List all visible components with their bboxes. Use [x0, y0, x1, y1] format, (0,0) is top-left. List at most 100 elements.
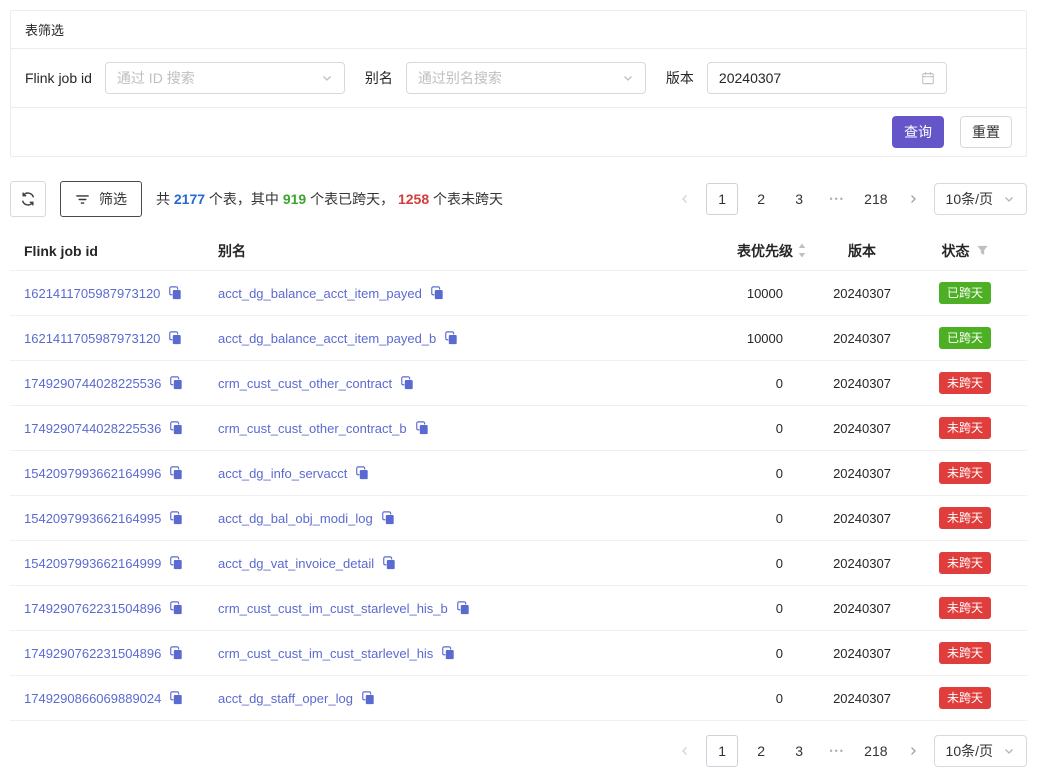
copy-icon[interactable] — [169, 601, 183, 615]
version-value: 20240307 — [833, 691, 891, 706]
filter-actions: 查询 重置 — [11, 108, 1026, 156]
next-page-button[interactable] — [900, 736, 926, 766]
copy-icon[interactable] — [169, 556, 183, 570]
flink-job-id-link[interactable]: 1621411705987973120 — [24, 331, 160, 346]
flink-job-id-link[interactable]: 1749290762231504896 — [24, 646, 161, 661]
page-button-1[interactable]: 1 — [706, 735, 738, 767]
flink-job-id-link[interactable]: 1749290744028225536 — [24, 376, 161, 391]
query-button[interactable]: 查询 — [892, 116, 944, 148]
copy-icon[interactable] — [169, 646, 183, 660]
alias-select[interactable]: 通过别名搜索 — [406, 62, 646, 94]
sort-icon[interactable] — [797, 242, 807, 259]
flink-job-id-link[interactable]: 1749290744028225536 — [24, 421, 161, 436]
page-button-3[interactable]: 3 — [784, 736, 814, 766]
status-cell: 未跨天 — [917, 417, 1013, 439]
alias-link[interactable]: acct_dg_staff_oper_log — [218, 691, 353, 706]
page-ellipsis[interactable]: ••• — [822, 184, 852, 214]
alias-link[interactable]: acct_dg_info_servacct — [218, 466, 347, 481]
flink-job-id-cell: 1749290762231504896 — [24, 601, 218, 616]
alias-link[interactable]: crm_cust_cust_other_contract — [218, 376, 392, 391]
priority-value: 0 — [776, 511, 783, 526]
flink-job-id-link[interactable]: 1542097993662164999 — [24, 556, 161, 571]
total-count: 2177 — [174, 191, 205, 207]
alias-label: 别名 — [365, 68, 393, 88]
filter-funnel-icon[interactable] — [976, 244, 989, 257]
flink-job-id-link[interactable]: 1749290762231504896 — [24, 601, 161, 616]
version-cell: 20240307 — [807, 331, 917, 346]
table-row: 1621411705987973120 acct_dg_balance_acct… — [10, 316, 1027, 361]
copy-icon[interactable] — [381, 511, 395, 525]
page-ellipsis[interactable]: ••• — [822, 736, 852, 766]
flink-job-id-link[interactable]: 1621411705987973120 — [24, 286, 160, 301]
prev-page-button[interactable] — [672, 736, 698, 766]
alias-link[interactable]: acct_dg_balance_acct_item_payed_b — [218, 331, 436, 346]
column-header-priority[interactable]: 表优先级 — [607, 241, 807, 261]
status-badge: 未跨天 — [939, 507, 991, 529]
filter-button[interactable]: 筛选 — [60, 181, 142, 217]
copy-icon[interactable] — [361, 691, 375, 705]
chevron-down-icon — [622, 72, 634, 84]
alias-link[interactable]: acct_dg_bal_obj_modi_log — [218, 511, 373, 526]
flink-job-id-select[interactable]: 通过 ID 搜索 — [105, 62, 345, 94]
priority-cell: 0 — [607, 466, 807, 481]
version-input[interactable] — [719, 70, 899, 86]
flink-job-id-link[interactable]: 1542097993662164996 — [24, 466, 161, 481]
page-button-1[interactable]: 1 — [706, 183, 738, 215]
table-row: 1542097993662164996 acct_dg_info_servacc… — [10, 451, 1027, 496]
copy-icon[interactable] — [169, 511, 183, 525]
copy-icon[interactable] — [169, 376, 183, 390]
version-value: 20240307 — [833, 511, 891, 526]
copy-icon[interactable] — [168, 331, 182, 345]
version-cell: 20240307 — [807, 601, 917, 616]
alias-link[interactable]: acct_dg_vat_invoice_detail — [218, 556, 374, 571]
page-button-218[interactable]: 218 — [860, 184, 891, 214]
version-cell: 20240307 — [807, 646, 917, 661]
status-cell: 未跨天 — [917, 507, 1013, 529]
prev-page-button[interactable] — [672, 184, 698, 214]
page-button-3[interactable]: 3 — [784, 184, 814, 214]
column-header-status[interactable]: 状态 — [917, 241, 1013, 261]
page-size-select[interactable]: 10条/页 — [934, 735, 1027, 767]
flink-job-id-link[interactable]: 1749290866069889024 — [24, 691, 161, 706]
status-cell: 已跨天 — [917, 282, 1013, 304]
table-row: 1749290762231504896 crm_cust_cust_im_cus… — [10, 586, 1027, 631]
alias-link[interactable]: crm_cust_cust_im_cust_starlevel_his_b — [218, 601, 448, 616]
copy-icon[interactable] — [382, 556, 396, 570]
alias-placeholder: 通过别名搜索 — [418, 68, 502, 88]
refresh-button[interactable] — [10, 181, 46, 217]
alias-link[interactable]: crm_cust_cust_other_contract_b — [218, 421, 407, 436]
copy-icon[interactable] — [456, 601, 470, 615]
page-button-2[interactable]: 2 — [746, 184, 776, 214]
alias-cell: crm_cust_cust_im_cust_starlevel_his — [218, 646, 607, 661]
version-cell: 20240307 — [807, 691, 917, 706]
results-table: Flink job id 别名 表优先级 版本 状态 1621411705987… — [10, 231, 1027, 721]
copy-icon[interactable] — [400, 376, 414, 390]
priority-value: 0 — [776, 376, 783, 391]
table-row: 1749290744028225536 crm_cust_cust_other_… — [10, 406, 1027, 451]
copy-icon[interactable] — [169, 466, 183, 480]
copy-icon[interactable] — [169, 421, 183, 435]
version-date-input[interactable] — [707, 62, 947, 94]
alias-link[interactable]: acct_dg_balance_acct_item_payed — [218, 286, 422, 301]
copy-icon[interactable] — [169, 691, 183, 705]
page-button-218[interactable]: 218 — [860, 736, 891, 766]
copy-icon[interactable] — [168, 286, 182, 300]
table-row: 1542097993662164995 acct_dg_bal_obj_modi… — [10, 496, 1027, 541]
copy-icon[interactable] — [441, 646, 455, 660]
copy-icon[interactable] — [355, 466, 369, 480]
flink-job-id-field: Flink job id 通过 ID 搜索 — [25, 62, 345, 94]
copy-icon[interactable] — [430, 286, 444, 300]
flink-job-id-cell: 1542097993662164996 — [24, 466, 218, 481]
next-page-button[interactable] — [900, 184, 926, 214]
page-button-2[interactable]: 2 — [746, 736, 776, 766]
table-row: 1542097993662164999 acct_dg_vat_invoice_… — [10, 541, 1027, 586]
copy-icon[interactable] — [415, 421, 429, 435]
flink-job-id-link[interactable]: 1542097993662164995 — [24, 511, 161, 526]
copy-icon[interactable] — [444, 331, 458, 345]
page-size-select[interactable]: 10条/页 — [934, 183, 1027, 215]
priority-value: 10000 — [747, 331, 783, 346]
reset-button[interactable]: 重置 — [960, 116, 1012, 148]
alias-cell: crm_cust_cust_other_contract — [218, 376, 607, 391]
alias-link[interactable]: crm_cust_cust_im_cust_starlevel_his — [218, 646, 433, 661]
flink-job-id-cell: 1542097993662164995 — [24, 511, 218, 526]
